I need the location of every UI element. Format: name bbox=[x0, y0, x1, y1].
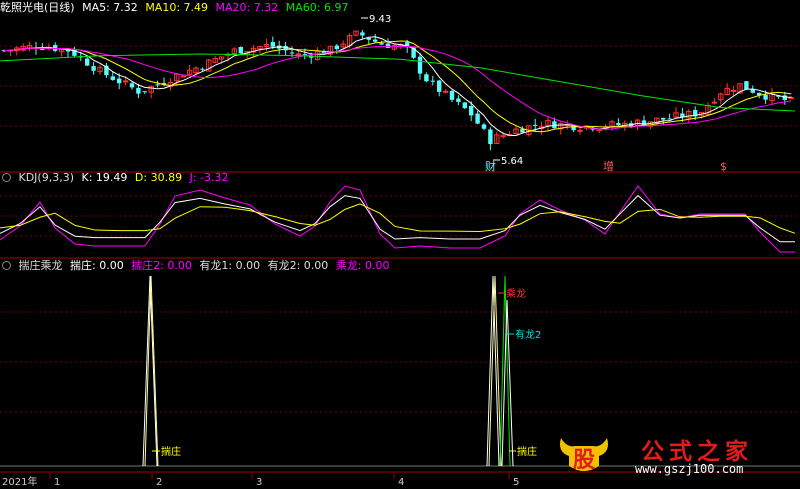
candle-body bbox=[442, 90, 449, 93]
candle-body bbox=[616, 123, 621, 126]
logo-glyph: 股 bbox=[573, 448, 595, 473]
event-marker-2[interactable]: 增 bbox=[603, 159, 614, 173]
candle-body bbox=[85, 58, 90, 66]
candle-body bbox=[40, 49, 45, 51]
watermark: 股 公式之家 www.gszj100.com bbox=[555, 432, 775, 476]
zhuang-label-1: 揣庄 bbox=[161, 445, 181, 458]
candle-body bbox=[449, 90, 455, 100]
candle-body bbox=[462, 102, 467, 109]
zhuang-label-2: 揣庄 bbox=[517, 445, 537, 458]
time-axis-month-2: 2 bbox=[156, 477, 162, 488]
candle-body bbox=[200, 68, 205, 70]
candle-body bbox=[744, 81, 749, 90]
grid-lines bbox=[0, 45, 800, 413]
candle-body bbox=[136, 87, 141, 94]
candle-body bbox=[667, 118, 672, 120]
chenglong-spike bbox=[488, 275, 502, 467]
candle-body bbox=[270, 42, 275, 47]
candle-body bbox=[456, 98, 461, 102]
time-axis-year: 2021年 bbox=[2, 475, 37, 488]
candle-body bbox=[481, 124, 487, 129]
candle-body bbox=[289, 52, 295, 54]
candle-body bbox=[469, 105, 474, 116]
candle-body bbox=[437, 80, 442, 92]
candle-body bbox=[730, 89, 737, 92]
candle-body bbox=[360, 32, 365, 36]
watermark-url: www.gszj100.com bbox=[635, 462, 744, 476]
candle-body bbox=[533, 124, 538, 126]
candle-body bbox=[385, 43, 391, 48]
candle-body bbox=[424, 74, 429, 82]
youlong2-label: 有龙2 bbox=[515, 328, 541, 341]
zhuang-spike-2 bbox=[486, 275, 500, 467]
candle-body bbox=[520, 129, 525, 133]
kdj-d-line bbox=[0, 203, 796, 234]
time-axis-month-1: 1 bbox=[54, 477, 60, 488]
time-axis-month-3: 3 bbox=[256, 477, 262, 488]
event-marker-3[interactable]: $ bbox=[720, 160, 727, 173]
chart-canvas[interactable]: 9.43 5.64 财 增 $ 揣庄 乘龙 有龙2 揣庄 2021年 1 2 3… bbox=[0, 0, 800, 489]
time-axis: 2021年 1 2 3 4 5 bbox=[2, 473, 519, 488]
candle-body bbox=[711, 101, 718, 104]
time-axis-month-5: 5 bbox=[513, 477, 519, 488]
watermark-brand: 公式之家 bbox=[641, 439, 753, 465]
ma10-line bbox=[3, 40, 792, 133]
candle-body bbox=[155, 84, 160, 86]
low-price-label: 5.64 bbox=[501, 156, 523, 167]
candle-body bbox=[379, 43, 384, 45]
candle-body bbox=[117, 78, 122, 84]
kdj-k-line bbox=[0, 194, 795, 243]
chenglong-label: 乘龙 bbox=[506, 287, 526, 300]
candle-body bbox=[334, 45, 339, 50]
candle-body bbox=[91, 66, 96, 71]
candlestick-series bbox=[1, 29, 794, 151]
candle-body bbox=[180, 75, 186, 78]
ma5-line bbox=[3, 36, 792, 136]
candle-body bbox=[782, 95, 787, 100]
candle-body bbox=[417, 56, 423, 74]
candle-body bbox=[552, 121, 557, 129]
event-marker-1[interactable]: 财 bbox=[485, 159, 496, 173]
candle-body bbox=[430, 80, 435, 82]
candle-body bbox=[488, 129, 493, 145]
candle-body bbox=[373, 39, 378, 42]
candle-body bbox=[129, 83, 135, 88]
candle-body bbox=[661, 117, 666, 120]
candle-body bbox=[475, 113, 480, 124]
high-price-label: 9.43 bbox=[369, 14, 391, 25]
bull-logo-icon: 股 bbox=[560, 438, 608, 473]
candle-body bbox=[238, 46, 243, 54]
candle-body bbox=[142, 91, 147, 93]
candle-body bbox=[366, 37, 371, 40]
time-axis-month-4: 4 bbox=[398, 477, 404, 488]
candle-body bbox=[110, 76, 115, 80]
candle-body bbox=[122, 80, 129, 83]
candle-body bbox=[763, 94, 768, 100]
candle-body bbox=[295, 53, 302, 56]
